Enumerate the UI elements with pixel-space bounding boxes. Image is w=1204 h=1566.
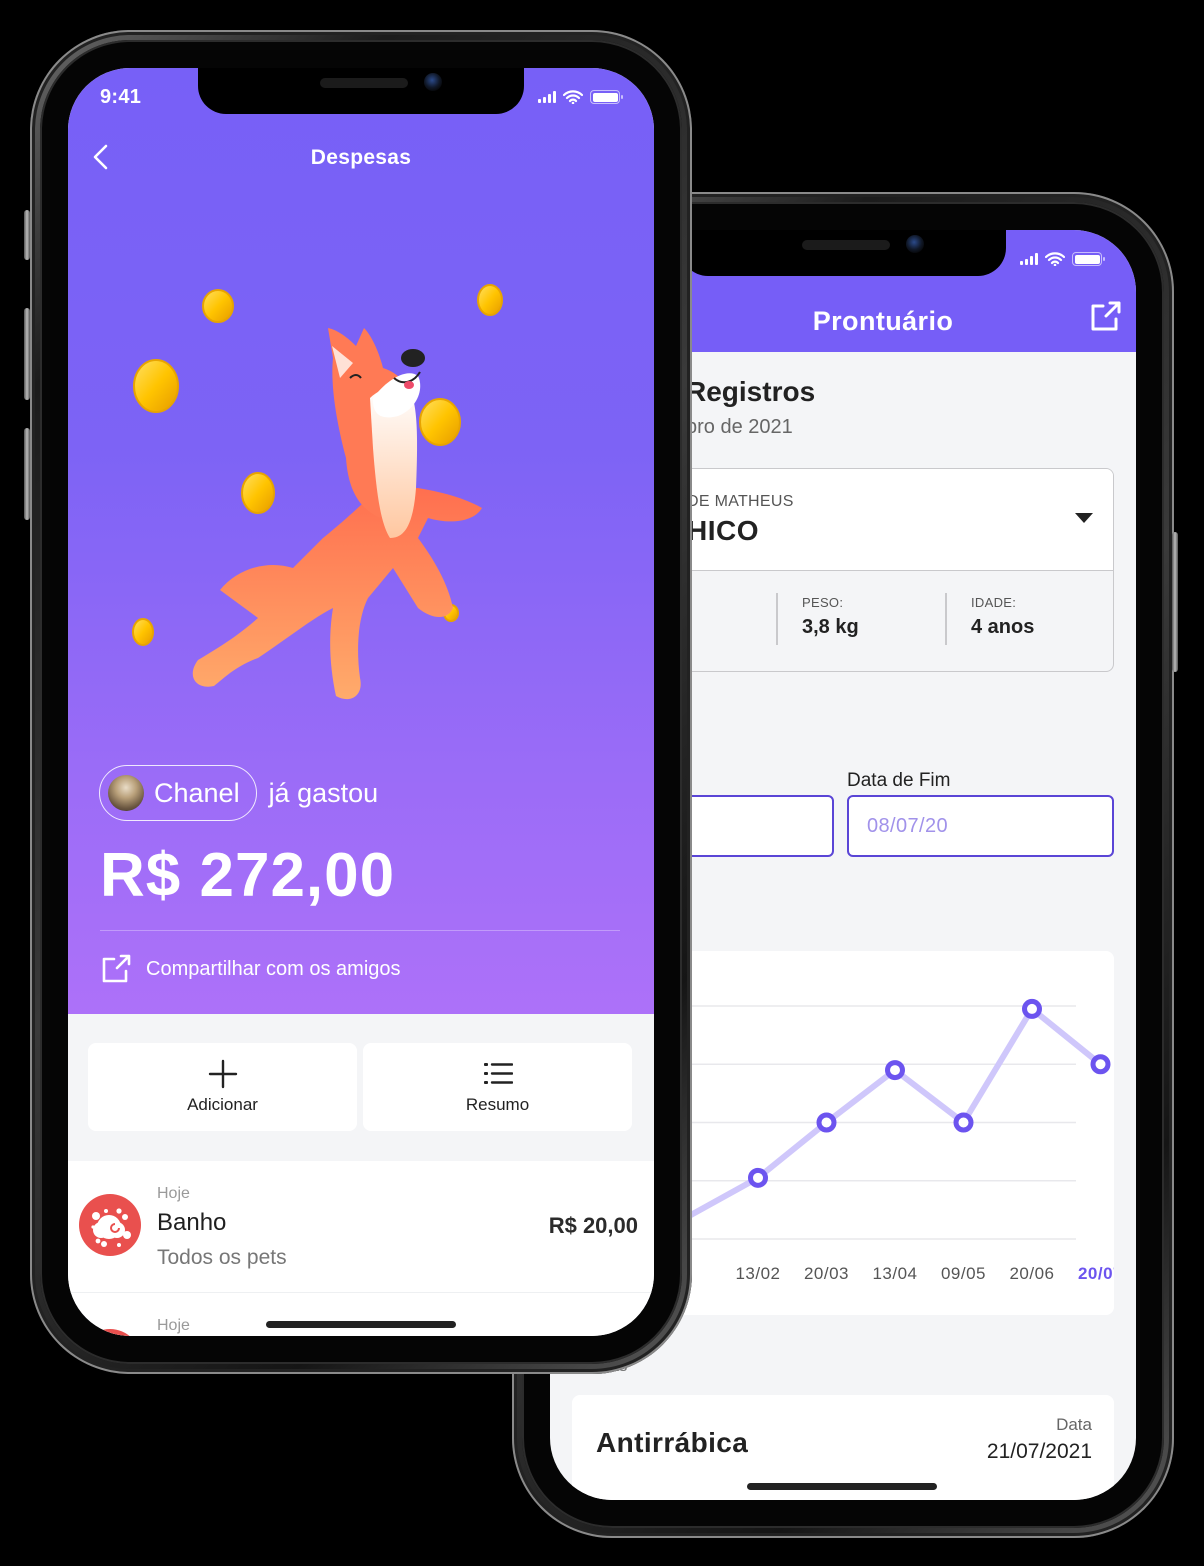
expense-subtitle: Todos os pets — [157, 1246, 287, 1269]
camera — [906, 235, 924, 253]
status-time: 9:41 — [100, 86, 142, 108]
vaccine-name: Antirrábica — [596, 1427, 749, 1458]
despesas-screen: Despesas Chanel já gastou R$ 272,00 Comp… — [68, 68, 654, 1336]
device-mockup-stage: Prontuário Registros bro de 2021 DE MATH… — [0, 0, 1204, 1566]
x-tick-label: 20/03 — [804, 1264, 849, 1283]
x-tick-label: 20/06 — [1009, 1264, 1054, 1283]
selected-pet-name: HICO — [687, 515, 759, 546]
expense-date: Hoje — [157, 1317, 190, 1334]
data-point-09-05 — [953, 1112, 974, 1133]
x-tick-label: 20/07 — [1078, 1264, 1114, 1283]
stat-value: 3,8 kg — [802, 616, 859, 638]
pet-avatar — [108, 775, 144, 811]
data-point-13-04 — [885, 1060, 905, 1081]
expense-list: Hoje Banho Todos os pets R$ 20,00 Hoje — [68, 1161, 654, 1336]
nav-bar: Despesas — [68, 136, 654, 180]
external-link-icon — [102, 954, 131, 983]
share-with-friends-link[interactable]: Compartilhar com os amigos — [100, 953, 401, 985]
section-title: Registros — [686, 376, 816, 407]
mute-switch — [24, 210, 30, 260]
volume-down-button — [24, 428, 30, 520]
side-button — [1172, 532, 1178, 672]
share-label: Compartilhar com os amigos — [146, 957, 401, 980]
owner-label: DE MATHEUS — [687, 493, 794, 510]
wifi-icon — [563, 90, 583, 104]
end-date-input[interactable]: 08/07/20 — [847, 795, 1114, 857]
data-point-20-07 — [1090, 1054, 1111, 1075]
divider — [100, 930, 620, 931]
notch — [680, 230, 1006, 276]
data-point-20-06 — [1022, 998, 1042, 1019]
x-tick-label: 13/02 — [735, 1264, 780, 1283]
x-tick-label: 09/05 — [941, 1264, 986, 1283]
expense-name: Banho — [157, 1209, 227, 1236]
list-item[interactable]: Hoje — [68, 1293, 654, 1336]
expense-date: Hoje — [157, 1185, 190, 1202]
list-item[interactable]: Hoje Banho Todos os pets R$ 20,00 — [68, 1161, 654, 1293]
stat-value: 4 anos — [971, 616, 1035, 638]
caret-down-icon[interactable] — [1075, 513, 1093, 523]
bath-bubbles-icon — [79, 1194, 141, 1256]
external-link-icon[interactable] — [1088, 300, 1122, 334]
vaccine-date: 21/07/2021 — [986, 1440, 1092, 1463]
cellular-signal-icon — [538, 91, 556, 103]
data-point-13-02 — [748, 1167, 768, 1188]
expense-amount: R$ 20,00 — [548, 1213, 638, 1238]
vaccine-date-label: Data — [1056, 1415, 1092, 1434]
home-indicator[interactable] — [747, 1483, 937, 1490]
camera — [424, 73, 442, 91]
section-subtitle: bro de 2021 — [686, 416, 793, 438]
page-title: Despesas — [310, 146, 412, 169]
category-icon — [79, 1329, 141, 1336]
total-spent-amount: R$ 272,00 — [100, 841, 396, 910]
stat-label: PESO: — [802, 595, 844, 610]
spent-label: já gastou — [268, 777, 379, 808]
stat-weight: PESO: 3,8 kg — [802, 595, 859, 639]
plus-icon — [208, 1059, 237, 1089]
stat-label: IDADE: — [971, 595, 1017, 610]
home-indicator[interactable] — [266, 1321, 456, 1328]
dog-figure — [192, 328, 482, 700]
end-date-label: Data de Fim — [847, 770, 951, 791]
add-expense-label: Adicionar — [187, 1095, 258, 1114]
wifi-icon — [1045, 252, 1065, 266]
notch — [198, 68, 524, 114]
volume-up-button — [24, 308, 30, 400]
summary-label: Resumo — [465, 1095, 530, 1114]
add-expense-button[interactable]: Adicionar — [88, 1043, 357, 1131]
stat-divider — [776, 593, 778, 645]
quick-actions: Adicionar Resumo — [88, 1043, 632, 1131]
data-point-20-03 — [816, 1112, 837, 1133]
summary-button[interactable]: Resumo — [363, 1043, 632, 1131]
battery-icon — [1072, 252, 1105, 266]
stat-divider — [945, 593, 947, 645]
pet-name: Chanel — [154, 777, 240, 808]
stat-age: IDADE: 4 anos — [971, 595, 1034, 639]
dog-coins-illustration — [132, 284, 503, 700]
pet-spent-row: Chanel já gastou — [99, 765, 378, 821]
phone-front-frame: Despesas Chanel já gastou R$ 272,00 Comp… — [24, 30, 692, 1374]
list-icon — [483, 1063, 513, 1084]
x-tick-label: 13/04 — [872, 1264, 917, 1283]
pet-chip[interactable]: Chanel — [99, 765, 257, 821]
hero-section: Despesas Chanel já gastou R$ 272,00 Comp… — [68, 68, 654, 1014]
battery-icon — [590, 90, 623, 104]
cellular-signal-icon — [1020, 253, 1038, 265]
